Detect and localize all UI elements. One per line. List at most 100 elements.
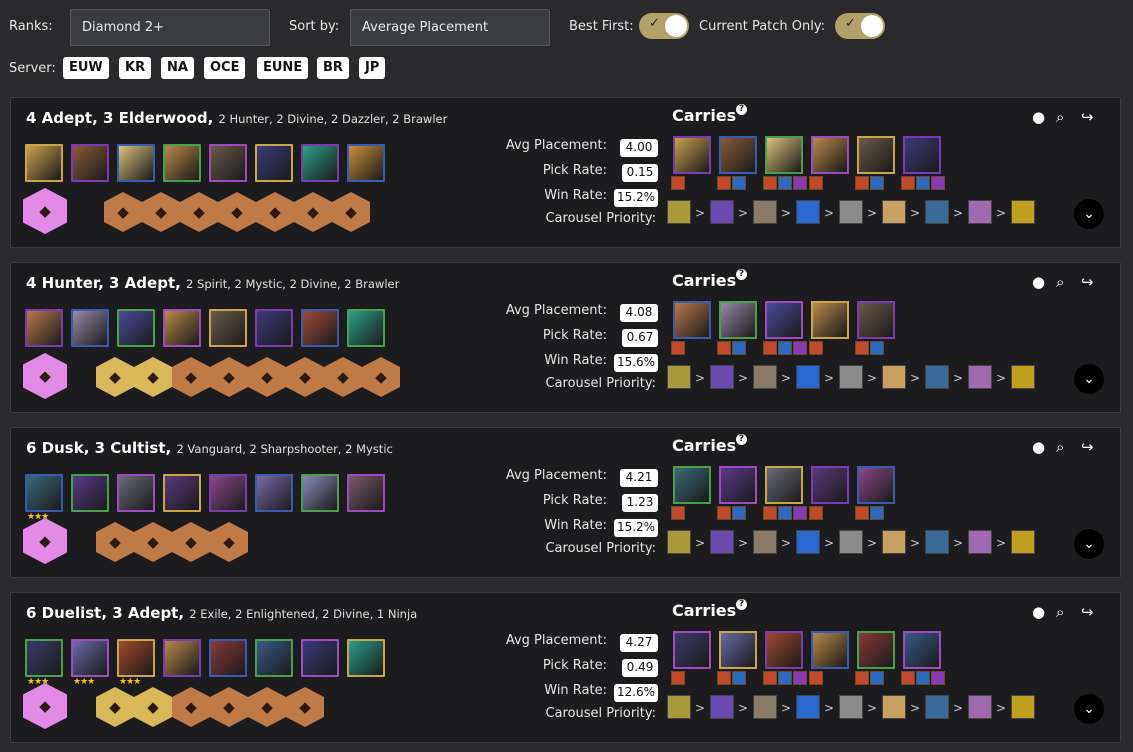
trait-icon[interactable]: ◆ (324, 357, 362, 397)
champion-portrait[interactable] (255, 309, 293, 347)
item-icon[interactable] (870, 176, 884, 190)
carousel-item-icon[interactable] (1011, 695, 1035, 719)
item-icon[interactable] (717, 176, 731, 190)
item-icon[interactable] (916, 176, 930, 190)
item-icon[interactable] (778, 671, 792, 685)
carousel-item-icon[interactable] (882, 200, 906, 224)
item-icon[interactable] (809, 506, 823, 520)
trait-icon[interactable]: ◆ (96, 357, 134, 397)
expand-button[interactable]: ⌄ (1074, 364, 1104, 394)
trait-icon[interactable]: ◆ (134, 687, 172, 727)
champion-portrait[interactable] (117, 144, 155, 182)
item-icon[interactable] (732, 671, 746, 685)
carry-portrait[interactable] (719, 466, 757, 504)
item-icon[interactable] (671, 671, 685, 685)
champion-portrait[interactable] (117, 639, 155, 677)
champion-portrait[interactable] (255, 474, 293, 512)
item-icon[interactable] (855, 671, 869, 685)
help-icon[interactable]: ? (736, 599, 747, 610)
carousel-item-icon[interactable] (753, 695, 777, 719)
item-icon[interactable] (809, 176, 823, 190)
trait-icon[interactable]: ◆ (104, 192, 142, 232)
carousel-item-icon[interactable] (710, 530, 734, 554)
search-icon[interactable]: ⌕ (1056, 603, 1064, 621)
ranks-select[interactable]: Diamond 2+ (70, 9, 270, 46)
item-icon[interactable] (671, 506, 685, 520)
trait-icon[interactable]: ◆ (96, 687, 134, 727)
champion-portrait[interactable] (347, 309, 385, 347)
trait-icon[interactable]: ◆ (362, 357, 400, 397)
item-icon[interactable] (778, 506, 792, 520)
carry-portrait[interactable] (719, 631, 757, 669)
champion-portrait[interactable] (71, 474, 109, 512)
item-icon[interactable] (717, 341, 731, 355)
carry-portrait[interactable] (719, 301, 757, 339)
item-icon[interactable] (855, 506, 869, 520)
carousel-item-icon[interactable] (796, 365, 820, 389)
carousel-item-icon[interactable] (968, 200, 992, 224)
item-icon[interactable] (793, 341, 807, 355)
server-euw-button[interactable]: EUW (63, 57, 109, 79)
current-patch-toggle[interactable]: ✓ (835, 13, 885, 39)
pin-icon[interactable]: ● (1032, 603, 1045, 621)
carousel-item-icon[interactable] (968, 695, 992, 719)
carousel-item-icon[interactable] (925, 695, 949, 719)
champion-portrait[interactable] (25, 144, 63, 182)
help-icon[interactable]: ? (736, 269, 747, 280)
carousel-item-icon[interactable] (667, 200, 691, 224)
pin-icon[interactable]: ● (1032, 438, 1045, 456)
server-jp-button[interactable]: JP (359, 57, 386, 79)
carry-portrait[interactable] (857, 466, 895, 504)
trait-icon[interactable]: ◆ (210, 357, 248, 397)
server-na-button[interactable]: NA (161, 57, 194, 79)
trait-icon[interactable]: ◆ (134, 522, 172, 562)
champion-portrait[interactable] (209, 309, 247, 347)
carousel-item-icon[interactable] (882, 530, 906, 554)
carry-portrait[interactable] (811, 301, 849, 339)
carousel-item-icon[interactable] (968, 530, 992, 554)
expand-button[interactable]: ⌄ (1074, 694, 1104, 724)
champion-portrait[interactable] (255, 144, 293, 182)
share-icon[interactable]: ↪ (1081, 603, 1094, 621)
trait-icon[interactable]: ◆ (180, 192, 218, 232)
carry-portrait[interactable] (719, 136, 757, 174)
item-icon[interactable] (870, 671, 884, 685)
item-icon[interactable] (855, 341, 869, 355)
pin-icon[interactable]: ● (1032, 273, 1045, 291)
item-icon[interactable] (778, 341, 792, 355)
trait-icon[interactable]: ◆ (210, 687, 248, 727)
carry-portrait[interactable] (903, 631, 941, 669)
trait-icon[interactable]: ◆ (142, 192, 180, 232)
item-icon[interactable] (793, 176, 807, 190)
trait-icon[interactable]: ◆ (172, 687, 210, 727)
carousel-item-icon[interactable] (667, 530, 691, 554)
item-icon[interactable] (793, 671, 807, 685)
trait-icon[interactable]: ◆ (96, 522, 134, 562)
item-icon[interactable] (793, 506, 807, 520)
carry-portrait[interactable] (811, 631, 849, 669)
item-icon[interactable] (732, 176, 746, 190)
carry-portrait[interactable] (857, 301, 895, 339)
item-icon[interactable] (931, 176, 945, 190)
champion-portrait[interactable] (347, 639, 385, 677)
champion-portrait[interactable] (347, 144, 385, 182)
champion-portrait[interactable] (25, 639, 63, 677)
carry-portrait[interactable] (673, 466, 711, 504)
carry-portrait[interactable] (673, 631, 711, 669)
item-icon[interactable] (717, 506, 731, 520)
help-icon[interactable]: ? (736, 104, 747, 115)
champion-portrait[interactable] (163, 144, 201, 182)
trait-icon[interactable]: ◆ (256, 192, 294, 232)
champion-portrait[interactable] (163, 309, 201, 347)
trait-icon[interactable]: ◆ (332, 192, 370, 232)
carousel-item-icon[interactable] (667, 695, 691, 719)
carry-portrait[interactable] (765, 631, 803, 669)
item-icon[interactable] (763, 176, 777, 190)
trait-icon[interactable]: ◆ (248, 687, 286, 727)
carousel-item-icon[interactable] (882, 365, 906, 389)
item-icon[interactable] (671, 341, 685, 355)
champion-portrait[interactable] (255, 639, 293, 677)
champion-portrait[interactable] (209, 639, 247, 677)
champion-portrait[interactable] (71, 144, 109, 182)
server-oce-button[interactable]: OCE (204, 57, 246, 79)
